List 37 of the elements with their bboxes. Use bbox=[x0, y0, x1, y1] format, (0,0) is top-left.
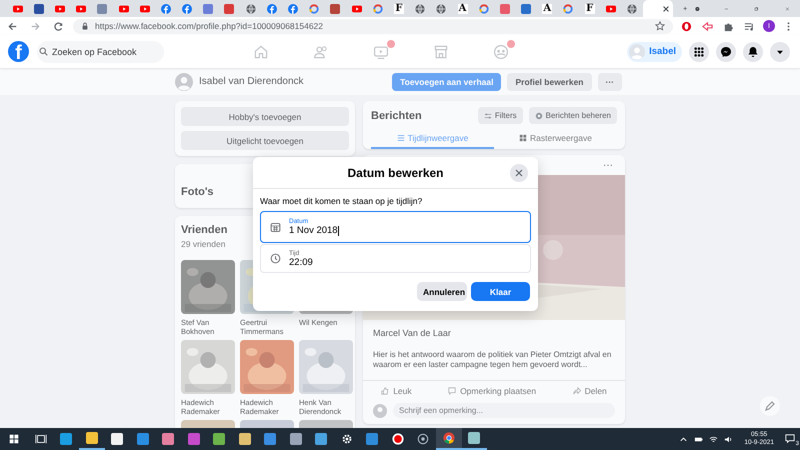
search-field[interactable]: Zoeken op Facebook bbox=[37, 40, 164, 62]
filters-button[interactable]: Filters bbox=[478, 107, 523, 124]
comment-field[interactable]: Schrijf een opmerking... bbox=[393, 403, 615, 418]
card-title: Berichten bbox=[371, 110, 422, 122]
dialog-title: Datum bewerken bbox=[347, 166, 444, 180]
add-button[interactable]: Uitgelicht toevoegen bbox=[181, 131, 349, 150]
card-title: Foto's bbox=[181, 186, 214, 198]
address-field[interactable]: https://www.facebook.com/profile.php?id=100009068154622 bbox=[73, 18, 673, 34]
search-input[interactable]: Zoeken op Facebook bbox=[52, 46, 162, 56]
edit-profile-button[interactable]: Profiel bewerken bbox=[507, 72, 592, 90]
card-title: Vrienden bbox=[181, 224, 228, 236]
friend-count: 29 vrienden bbox=[181, 239, 226, 249]
done-button[interactable]: Klaar bbox=[471, 282, 530, 301]
add-button[interactable]: Hobby's toevoegen bbox=[181, 107, 349, 126]
site-icon: A bbox=[458, 4, 468, 14]
more-button[interactable]: ··· bbox=[598, 72, 622, 90]
browser-tab[interactable]: A bbox=[536, 0, 558, 17]
site-icon: F bbox=[394, 4, 404, 14]
view-tab[interactable]: Rasterweergave bbox=[494, 129, 617, 149]
cancel-button[interactable]: Annuleren bbox=[417, 282, 467, 301]
post-author[interactable]: Marcel Van de Laar bbox=[373, 328, 615, 338]
share-button[interactable]: Delen bbox=[566, 385, 613, 397]
comment-button[interactable]: Opmerking plaatsen bbox=[442, 385, 542, 397]
manage-posts-button[interactable]: Berichten beheren bbox=[528, 107, 617, 124]
post-text: Hier is het antwoord waarom de politiek van Pieter Omtzigt afval en waarom er een laster campagne tegen hem gevoerd wordt... bbox=[373, 350, 612, 370]
profile-button[interactable]: Isabel bbox=[627, 42, 682, 62]
more-button[interactable]: ··· bbox=[597, 158, 619, 172]
browser-tab[interactable]: A bbox=[452, 0, 474, 17]
browser-tab[interactable]: F bbox=[388, 0, 410, 17]
logo[interactable]: f bbox=[8, 41, 29, 62]
site-icon: A bbox=[542, 4, 552, 14]
site-icon: F bbox=[584, 4, 595, 14]
dialog-prompt: Waar moet dit komen te staan op je tijdlijn? bbox=[260, 196, 424, 206]
browser-tab[interactable]: F bbox=[579, 0, 600, 17]
profile-name: Isabel van Dierendonck bbox=[199, 76, 304, 87]
comment-input[interactable]: Schrijf een opmerking... bbox=[399, 406, 579, 415]
like-button[interactable]: Leuk bbox=[375, 385, 418, 397]
